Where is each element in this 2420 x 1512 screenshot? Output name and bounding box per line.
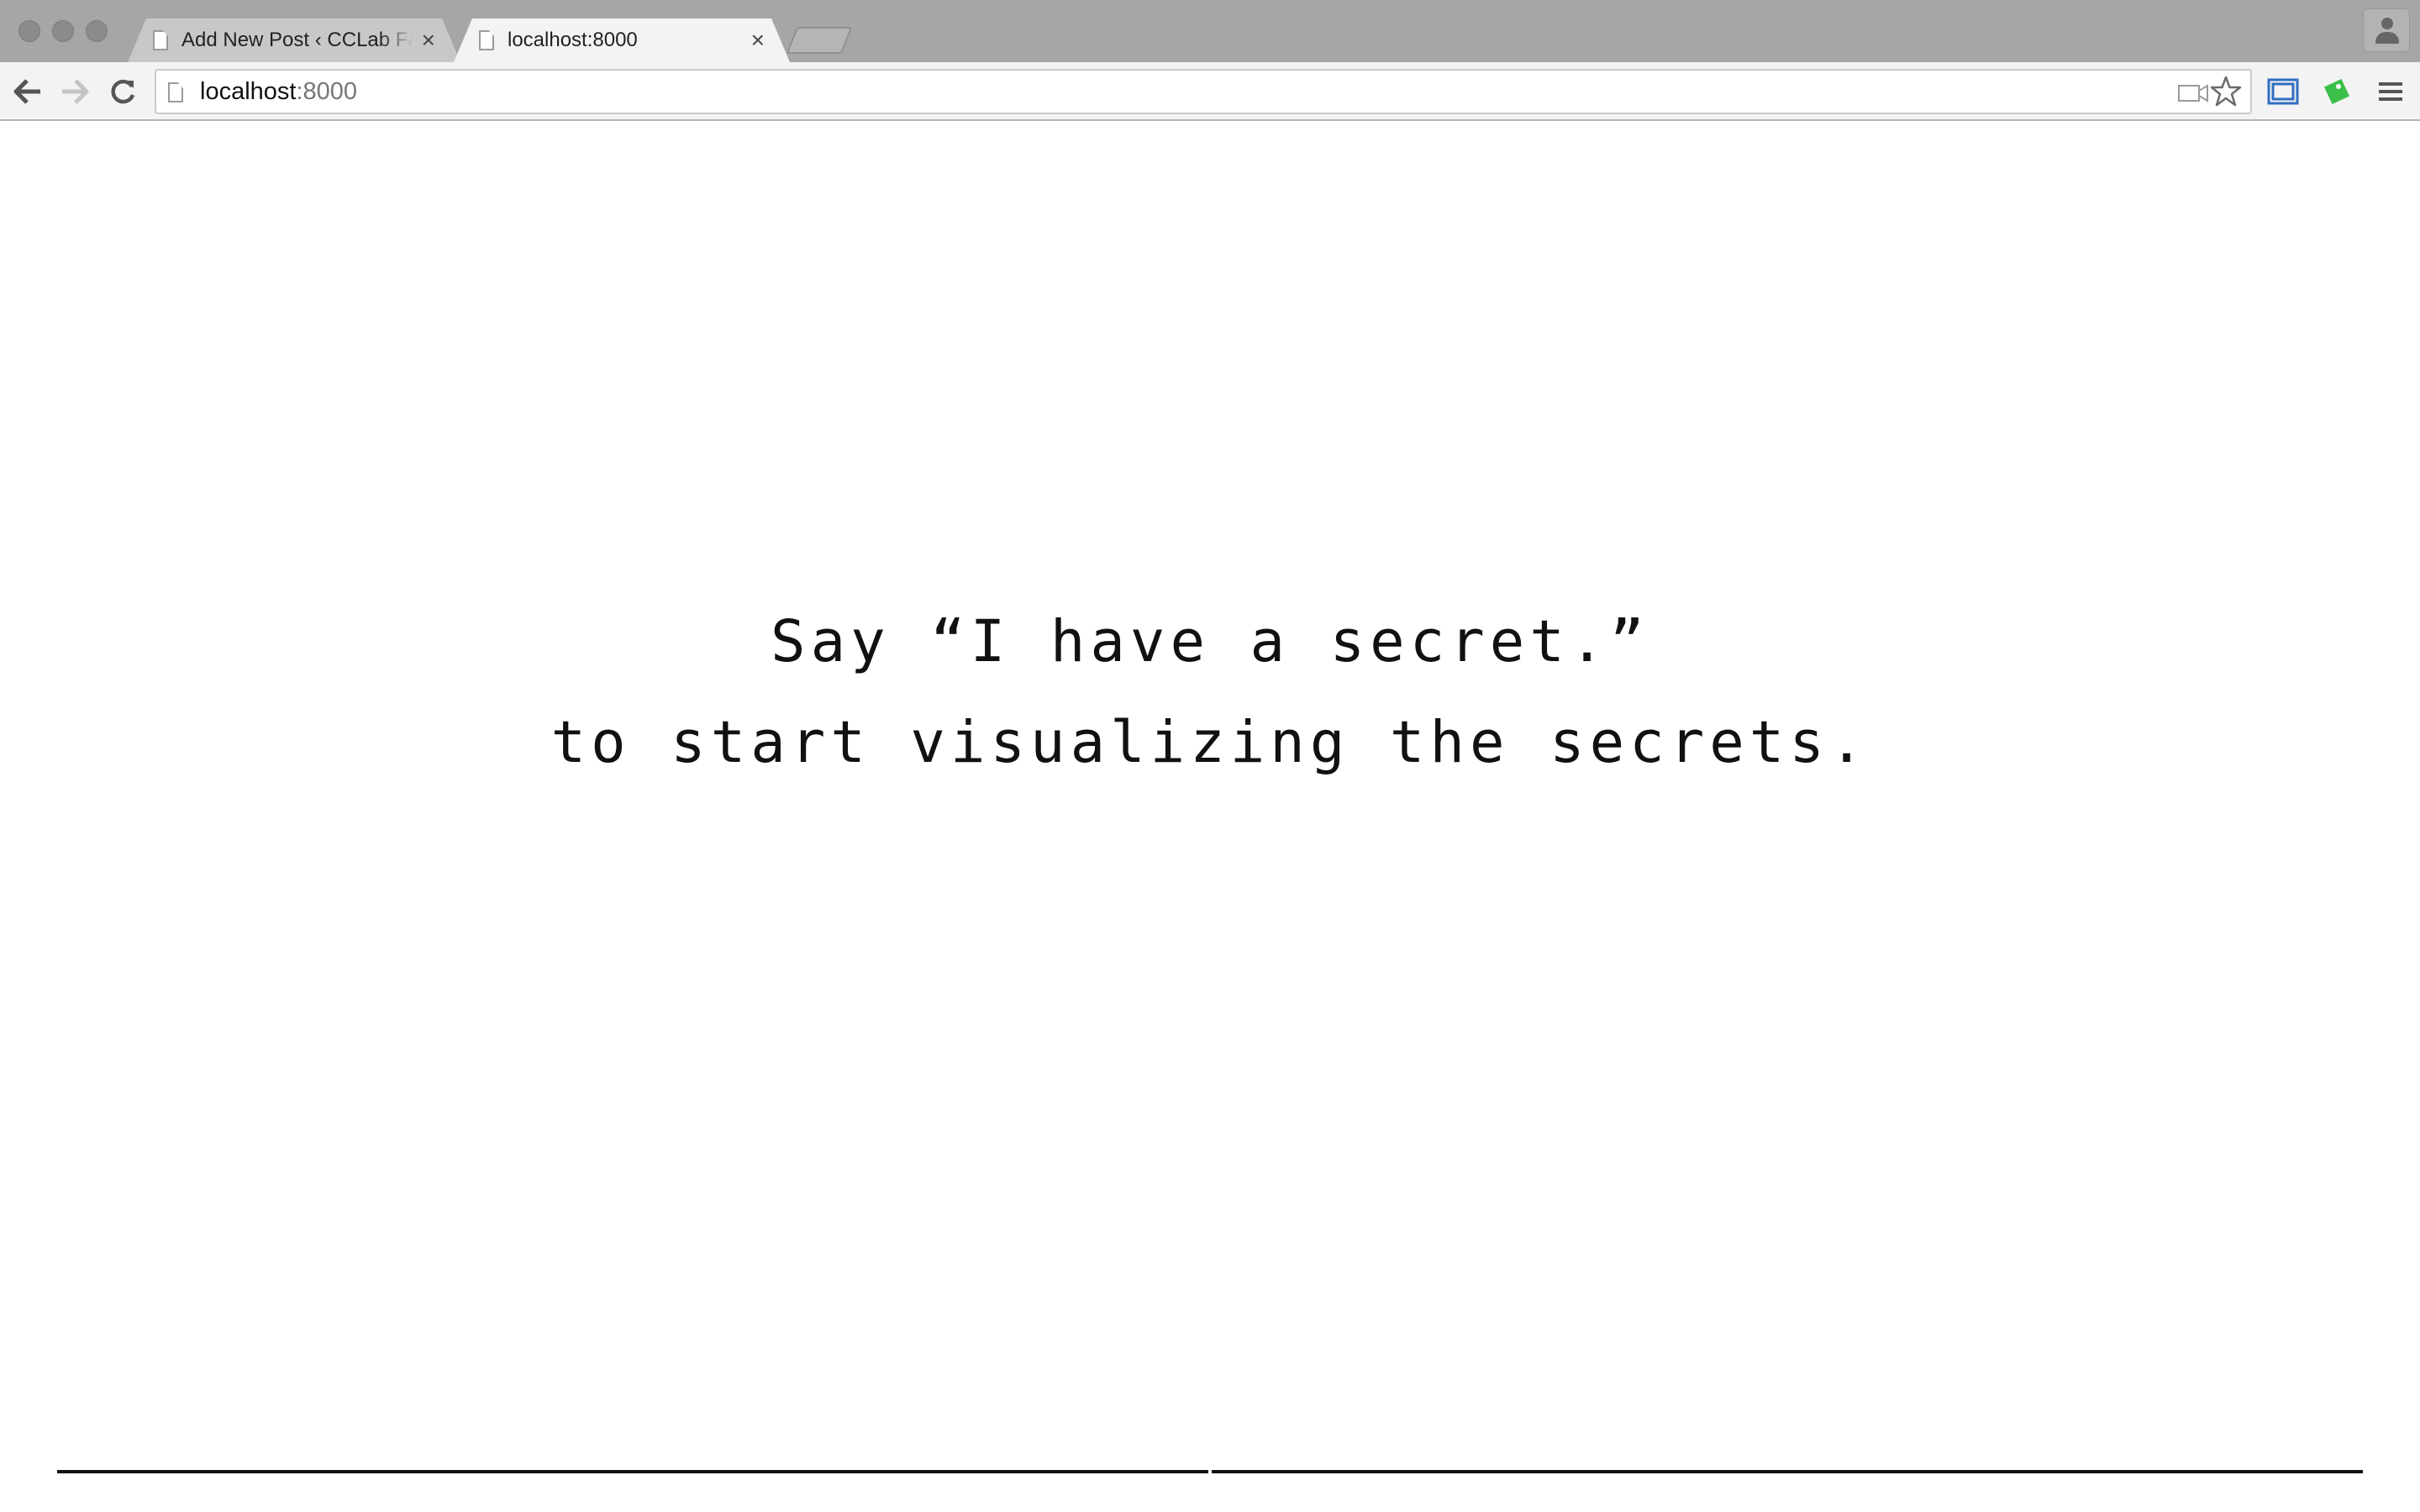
menu-button[interactable] bbox=[2371, 74, 2410, 109]
page-viewport: Say “I have a secret.” to start visualiz… bbox=[0, 121, 2420, 1512]
screen-capture-icon bbox=[2267, 78, 2299, 105]
document-icon bbox=[153, 30, 168, 50]
instruction-line-2: to start visualizing the secrets. bbox=[550, 709, 1870, 776]
minimize-window-button[interactable] bbox=[52, 20, 74, 42]
zoom-window-button[interactable] bbox=[86, 20, 108, 42]
close-icon[interactable]: × bbox=[422, 29, 435, 52]
back-button[interactable] bbox=[8, 72, 47, 111]
new-tab-button[interactable] bbox=[786, 27, 853, 54]
forward-button[interactable] bbox=[55, 72, 94, 111]
star-icon[interactable] bbox=[2210, 76, 2242, 108]
person-icon bbox=[2381, 18, 2393, 29]
url-host: localhost bbox=[200, 78, 297, 105]
tab-add-new-post[interactable]: Add New Post ‹ CCLab Fall × bbox=[128, 18, 460, 62]
reload-icon bbox=[111, 79, 135, 104]
back-arrow-icon bbox=[13, 79, 40, 104]
tab-localhost[interactable]: localhost:8000 × bbox=[454, 18, 790, 62]
reload-button[interactable] bbox=[104, 72, 143, 111]
profile-button[interactable] bbox=[2363, 8, 2410, 52]
instruction-line-1: Say “I have a secret.” bbox=[771, 608, 1649, 675]
divider-right bbox=[1212, 1470, 2363, 1473]
green-tag-icon bbox=[2323, 78, 2350, 105]
tab-strip: Add New Post ‹ CCLab Fall × localhost:80… bbox=[0, 0, 2420, 62]
close-window-button[interactable] bbox=[18, 20, 40, 42]
address-bar[interactable]: localhost:8000 bbox=[155, 69, 2252, 114]
url-text[interactable]: localhost:8000 bbox=[200, 71, 357, 113]
divider-left bbox=[57, 1470, 1208, 1473]
forward-arrow-icon bbox=[62, 79, 89, 104]
screencast-button[interactable] bbox=[2264, 74, 2302, 109]
instruction-text: Say “I have a secret.” to start visualiz… bbox=[0, 591, 2420, 793]
tab-title: Add New Post ‹ CCLab Fall bbox=[182, 29, 413, 51]
hamburger-menu-icon bbox=[2379, 82, 2402, 101]
document-icon bbox=[479, 30, 494, 50]
close-icon[interactable]: × bbox=[751, 29, 765, 52]
document-icon bbox=[168, 82, 183, 102]
url-port: :8000 bbox=[296, 78, 358, 105]
camera-icon[interactable] bbox=[2178, 84, 2208, 102]
tab-title: localhost:8000 bbox=[508, 29, 638, 51]
extension-button[interactable] bbox=[2317, 74, 2356, 109]
browser-toolbar: localhost:8000 bbox=[0, 62, 2420, 121]
